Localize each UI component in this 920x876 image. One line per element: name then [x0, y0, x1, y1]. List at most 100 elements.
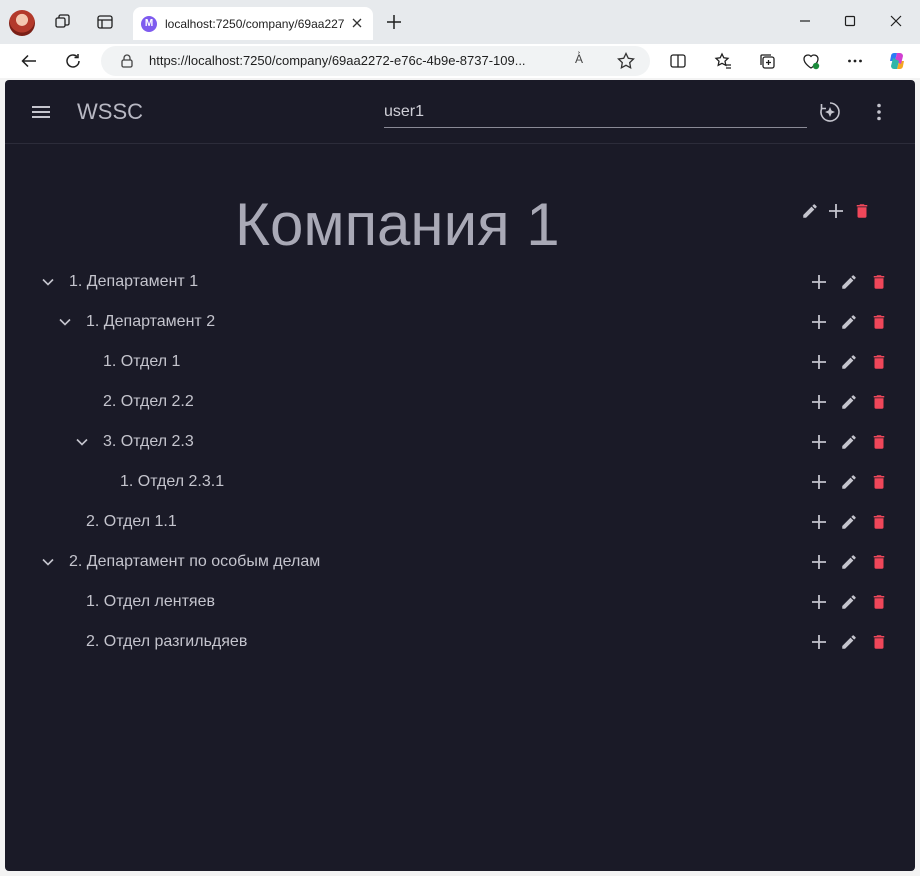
delete-node-button[interactable] — [867, 470, 891, 494]
edit-node-button[interactable] — [837, 510, 861, 534]
node-label[interactable]: 1. Отдел лентяев — [86, 593, 215, 611]
app-window: WSSC Компания 1 1. Департамент 1 — [5, 80, 915, 871]
delete-node-button[interactable] — [867, 550, 891, 574]
chevron-down-icon[interactable] — [73, 433, 91, 451]
company-title: Компания 1 — [235, 191, 560, 258]
node-actions — [807, 550, 897, 574]
edit-node-button[interactable] — [837, 550, 861, 574]
node-label[interactable]: 1. Отдел 2.3.1 — [120, 473, 224, 491]
chevron-down-icon[interactable] — [39, 553, 57, 571]
collections-icon[interactable] — [755, 49, 779, 73]
browser-tab-bar: M localhost:7250/company/69aa2272-e76c-4… — [0, 0, 920, 44]
add-child-button[interactable] — [807, 590, 831, 614]
node-actions — [807, 310, 897, 334]
node-actions — [807, 630, 897, 654]
tree-node: 2. Отдел 1.1 — [5, 502, 915, 542]
chevron-down-icon[interactable] — [56, 313, 74, 331]
workspaces-icon[interactable] — [52, 11, 74, 33]
browser-tab-active[interactable]: M localhost:7250/company/69aa2272-e76c-4… — [133, 7, 373, 40]
edit-company-button[interactable] — [798, 199, 822, 223]
lock-icon — [121, 54, 133, 68]
add-child-button[interactable] — [807, 310, 831, 334]
add-department-button[interactable] — [824, 199, 848, 223]
edit-node-button[interactable] — [837, 590, 861, 614]
node-label[interactable]: 3. Отдел 2.3 — [103, 433, 194, 451]
edit-node-button[interactable] — [837, 430, 861, 454]
node-label[interactable]: 2. Отдел разгильдяев — [86, 633, 247, 651]
close-window-icon[interactable] — [885, 10, 907, 32]
tab-title: localhost:7250/company/69aa2272-e76c-4b9… — [165, 16, 345, 31]
delete-node-button[interactable] — [867, 390, 891, 414]
delete-node-button[interactable] — [867, 270, 891, 294]
node-actions — [807, 270, 897, 294]
edit-node-button[interactable] — [837, 470, 861, 494]
profile-avatar[interactable] — [9, 10, 35, 36]
split-screen-icon[interactable] — [666, 49, 690, 73]
app-bar: WSSC — [5, 80, 915, 144]
chevron-down-icon[interactable] — [39, 273, 57, 291]
delete-node-button[interactable] — [867, 430, 891, 454]
tree-node: 1. Отдел лентяев — [5, 582, 915, 622]
tree-node: 1. Отдел 1 — [5, 342, 915, 382]
add-child-button[interactable] — [807, 430, 831, 454]
user-input[interactable] — [384, 98, 807, 126]
node-label[interactable]: 1. Отдел 1 — [103, 353, 180, 371]
vertical-tabs-icon[interactable] — [94, 11, 116, 33]
tree-node: 1. Департамент 2 — [5, 302, 915, 342]
node-label[interactable]: 2. Департамент по особым делам — [69, 553, 320, 571]
node-label[interactable]: 2. Отдел 1.1 — [86, 513, 177, 531]
node-label[interactable]: 2. Отдел 2.2 — [103, 393, 194, 411]
node-actions — [807, 590, 897, 614]
favorites-icon[interactable] — [711, 49, 735, 73]
node-actions — [807, 430, 897, 454]
delete-node-button[interactable] — [867, 510, 891, 534]
copilot-icon[interactable] — [885, 49, 909, 73]
more-options-icon[interactable] — [843, 49, 867, 73]
address-bar[interactable]: https://localhost:7250/company/69aa2272-… — [101, 46, 650, 76]
delete-node-button[interactable] — [867, 630, 891, 654]
add-child-button[interactable] — [807, 510, 831, 534]
tree-node: 2. Отдел 2.2 — [5, 382, 915, 422]
brand-title: WSSC — [77, 99, 143, 124]
node-label[interactable]: 1. Департамент 2 — [86, 313, 215, 331]
favorite-star-icon[interactable] — [616, 51, 636, 71]
delete-company-button[interactable] — [850, 199, 874, 223]
browser-essentials-icon[interactable] — [799, 49, 823, 73]
site-favicon: M — [141, 15, 157, 32]
read-aloud-icon[interactable]: A͐ — [575, 52, 583, 66]
maximize-icon[interactable] — [839, 10, 861, 32]
edit-node-button[interactable] — [837, 350, 861, 374]
add-child-button[interactable] — [807, 350, 831, 374]
add-child-button[interactable] — [807, 550, 831, 574]
node-label[interactable]: 1. Департамент 1 — [69, 273, 198, 291]
node-actions — [807, 350, 897, 374]
tree-node: 1. Отдел 2.3.1 — [5, 462, 915, 502]
tree-node: 1. Департамент 1 — [5, 262, 915, 302]
node-actions — [807, 470, 897, 494]
back-icon[interactable] — [17, 49, 41, 73]
delete-node-button[interactable] — [867, 310, 891, 334]
url-text[interactable]: https://localhost:7250/company/69aa2272-… — [149, 53, 579, 68]
user-field[interactable] — [384, 98, 807, 128]
tab-close-icon[interactable] — [349, 15, 365, 31]
edit-node-button[interactable] — [837, 270, 861, 294]
add-child-button[interactable] — [807, 390, 831, 414]
delete-node-button[interactable] — [867, 590, 891, 614]
edit-node-button[interactable] — [837, 310, 861, 334]
tree-node: 2. Департамент по особым делам — [5, 542, 915, 582]
sync-icon[interactable] — [818, 100, 842, 124]
add-child-button[interactable] — [807, 470, 831, 494]
menu-icon[interactable] — [29, 100, 53, 124]
more-vert-icon[interactable] — [867, 100, 891, 124]
add-child-button[interactable] — [807, 270, 831, 294]
refresh-icon[interactable] — [61, 49, 85, 73]
edit-node-button[interactable] — [837, 390, 861, 414]
edit-node-button[interactable] — [837, 630, 861, 654]
new-tab-icon[interactable] — [383, 11, 405, 33]
add-child-button[interactable] — [807, 630, 831, 654]
delete-node-button[interactable] — [867, 350, 891, 374]
browser-toolbar: https://localhost:7250/company/69aa2272-… — [0, 44, 920, 78]
minimize-icon[interactable] — [794, 10, 816, 32]
tree-node: 3. Отдел 2.3 — [5, 422, 915, 462]
node-actions — [807, 390, 897, 414]
